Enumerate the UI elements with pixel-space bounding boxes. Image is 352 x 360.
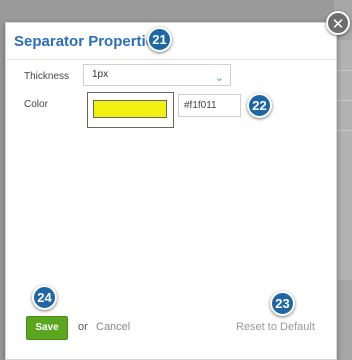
cancel-link[interactable]: Cancel	[96, 321, 130, 333]
reset-to-default-link[interactable]: Reset to Default	[236, 321, 315, 333]
dialog-title: Separator Properties	[14, 33, 163, 50]
callout-badge-title: 21	[147, 27, 172, 52]
thickness-value: 1px	[92, 69, 109, 80]
chevron-down-icon: ⌄	[214, 72, 224, 84]
thickness-select[interactable]: 1px ⌄	[83, 64, 231, 86]
color-swatch	[93, 100, 167, 118]
close-icon[interactable]: ✕	[326, 11, 350, 35]
or-text: or	[78, 321, 88, 333]
color-hex-input[interactable]: #f1f011	[178, 94, 241, 117]
color-label: Color	[24, 99, 48, 110]
callout-badge-reset: 23	[270, 291, 295, 316]
callout-badge-color: 22	[247, 93, 272, 118]
color-picker-button[interactable]	[87, 92, 174, 128]
thickness-label: Thickness	[24, 71, 70, 82]
callout-badge-save: 24	[32, 285, 57, 310]
save-button[interactable]: Save	[26, 316, 68, 340]
